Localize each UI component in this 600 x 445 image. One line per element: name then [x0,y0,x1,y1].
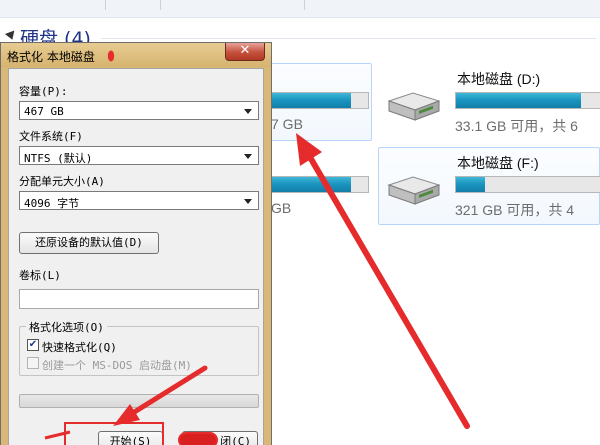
filesystem-select[interactable]: NTFS (默认) [19,146,259,165]
section-divider [101,38,596,39]
close-button[interactable]: ✕ [225,43,265,61]
drive-name: 本地磁盘 (F:) [457,155,539,171]
explorer-toolbar [0,0,600,18]
volume-label-label: 卷标(L) [19,269,61,282]
dropdown-arrow-icon [244,199,252,204]
close-icon: ✕ [239,43,251,58]
drive-info: GB [271,200,292,216]
capacity-label: 容量(P): [19,85,68,98]
drive-info: 321 GB 可用，共 4 [455,202,575,218]
toolbar-divider [105,0,106,10]
capacity-value: 467 GB [24,105,64,118]
drive-usage-fill [272,177,351,192]
filesystem-label: 文件系统(F) [19,130,83,143]
dialog-titlebar[interactable]: 格式化 本地磁盘 ✕ [1,43,271,67]
msdos-checkbox[interactable] [27,357,39,369]
restore-defaults-button[interactable]: 还原设备的默认值(D) [19,232,159,254]
msdos-label: 创建一个 MS-DOS 启动盘(M) [42,359,192,372]
filesystem-value: NTFS (默认) [24,152,93,165]
quick-format-label[interactable]: 快速格式化(Q) [42,339,117,355]
format-options-group: 格式化选项(O) ✔ 快速格式化(Q) 创建一个 MS-DOS 启动盘(M) [19,319,259,376]
drive-name: 本地磁盘 (D:) [457,71,541,87]
collapse-triangle-icon[interactable] [4,30,18,42]
drive-usage-bar [455,176,600,193]
quick-format-checkbox[interactable]: ✔ [27,339,39,351]
toolbar-divider [160,0,161,10]
format-progress-bar [19,394,259,408]
format-dialog: 格式化 本地磁盘 ✕ 容量(P): 467 GB 文件系统(F) NTFS (默… [0,42,272,445]
red-mark-icon [107,50,115,62]
drive-usage-fill [456,93,582,108]
drive-item-f[interactable]: 本地磁盘 (F:) 321 GB 可用，共 4 [378,147,600,225]
drive-info: 7 GB [271,116,303,132]
drive-info: 33.1 GB 可用，共 6 [455,118,578,134]
alloc-unit-select[interactable]: 4096 字节 [19,191,259,210]
hard-drive-icon [387,176,441,205]
drive-usage-bar [455,92,600,109]
alloc-unit-label: 分配单元大小(A) [19,175,105,188]
drive-usage-bar [271,92,369,109]
hard-drive-icon [387,92,441,121]
drive-usage-bar [271,176,369,193]
toolbar-divider [304,0,305,10]
dropdown-arrow-icon [244,154,252,159]
alloc-unit-value: 4096 字节 [24,197,80,210]
drive-usage-fill [456,177,485,192]
drive-usage-fill [272,93,351,108]
format-options-legend: 格式化选项(O) [26,319,107,335]
dialog-title: 格式化 本地磁盘 [7,50,95,64]
drive-item-d[interactable]: 本地磁盘 (D:) 33.1 GB 可用，共 6 [378,63,600,141]
capacity-select[interactable]: 467 GB [19,101,259,120]
scribble-mark [178,432,218,445]
volume-label-input[interactable] [19,289,259,309]
dialog-body: 容量(P): 467 GB 文件系统(F) NTFS (默认) 分配单元大小(A… [8,68,264,445]
start-button-highlight-box [64,422,164,445]
dropdown-arrow-icon [244,109,252,114]
